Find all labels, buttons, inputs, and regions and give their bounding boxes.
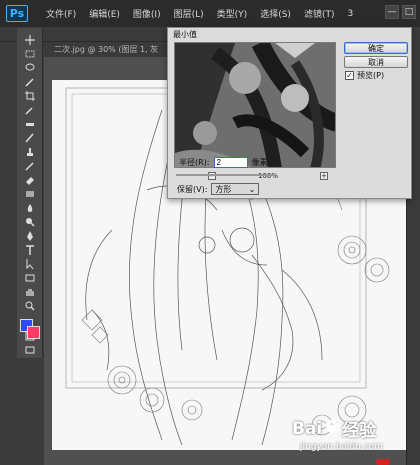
preserve-select[interactable]: 方形 ⌄: [211, 183, 260, 195]
shape-tool-icon[interactable]: [21, 272, 39, 284]
window-controls: — □: [385, 5, 416, 19]
hand-tool-icon[interactable]: [21, 286, 39, 298]
preserve-label: 保留(V):: [177, 184, 208, 194]
clone-stamp-tool-icon[interactable]: [21, 146, 39, 158]
baidu-watermark: Bai 经验: [292, 416, 377, 442]
tools-panel: [17, 28, 43, 358]
menu-type[interactable]: 类型(Y): [217, 7, 248, 20]
menu-file[interactable]: 文件(F): [46, 7, 76, 20]
move-tool-icon[interactable]: [21, 34, 39, 46]
radius-label: 半径(R):: [179, 158, 210, 167]
history-brush-tool-icon[interactable]: [21, 160, 39, 172]
radius-input[interactable]: [213, 157, 248, 168]
preview-image: [175, 43, 335, 167]
maximize-button[interactable]: □: [402, 5, 416, 19]
photoshop-window: Ps 文件(F) 编辑(E) 图像(I) 图层(L) 类型(Y) 选择(S) 滤…: [0, 0, 420, 465]
blur-tool-icon[interactable]: [21, 202, 39, 214]
preview-toggle[interactable]: ✓ 预览(P): [345, 70, 384, 81]
preview-label: 预览(P): [357, 71, 385, 80]
radius-row: 半径(R): 像素: [179, 157, 268, 168]
chevron-down-icon: ⌄: [248, 184, 256, 194]
zoom-tool-icon[interactable]: [21, 300, 39, 312]
gradient-tool-icon[interactable]: [21, 188, 39, 200]
zoom-in-button[interactable]: +: [319, 172, 328, 180]
menu-select[interactable]: 选择(S): [260, 7, 291, 20]
preview-checkbox[interactable]: ✓: [345, 71, 354, 80]
quick-select-tool-icon[interactable]: [21, 76, 39, 88]
menu-bar: Ps 文件(F) 编辑(E) 图像(I) 图层(L) 类型(Y) 选择(S) 滤…: [0, 0, 420, 27]
radius-slider[interactable]: [176, 174, 276, 176]
watermark-brand: Bai: [292, 418, 323, 439]
dialog-title: 最小值: [173, 30, 197, 39]
photoshop-logo: Ps: [6, 5, 28, 22]
dodge-tool-icon[interactable]: [21, 216, 39, 228]
menu-edit[interactable]: 编辑(E): [89, 7, 120, 20]
lasso-tool-icon[interactable]: [21, 62, 39, 74]
filter-preview[interactable]: [174, 42, 336, 168]
brush-tool-icon[interactable]: [21, 132, 39, 144]
menu-layer[interactable]: 图层(L): [174, 7, 204, 20]
screen-mode-icon[interactable]: [21, 344, 39, 356]
record-indicator: [376, 459, 390, 465]
type-tool-icon[interactable]: [21, 244, 39, 256]
color-swatches[interactable]: [19, 318, 41, 339]
preserve-row: 保留(V): 方形 ⌄: [177, 183, 260, 195]
pen-tool-icon[interactable]: [21, 230, 39, 242]
menu-image[interactable]: 图像(I): [133, 7, 161, 20]
eyedropper-tool-icon[interactable]: [21, 104, 39, 116]
healing-tool-icon[interactable]: [21, 118, 39, 130]
cancel-button[interactable]: 取消: [344, 56, 408, 68]
marquee-tool-icon[interactable]: [21, 48, 39, 60]
path-select-tool-icon[interactable]: [21, 258, 39, 270]
preserve-value: 方形: [215, 184, 232, 194]
zoom-controls: − 100% +: [208, 171, 328, 181]
watermark-brand-suffix: 经验: [342, 421, 377, 441]
menu-filter[interactable]: 滤镜(T): [304, 7, 335, 20]
radius-unit: 像素: [251, 158, 268, 167]
watermark-url: jingyan.baidu.com: [300, 442, 384, 452]
crop-tool-icon[interactable]: [21, 90, 39, 102]
paw-icon: [324, 419, 340, 438]
background-color-swatch[interactable]: [26, 326, 40, 339]
menu-3d[interactable]: 3: [347, 9, 353, 19]
minimize-button[interactable]: —: [385, 5, 399, 19]
ok-button[interactable]: 确定: [344, 42, 408, 54]
eraser-tool-icon[interactable]: [21, 174, 39, 186]
